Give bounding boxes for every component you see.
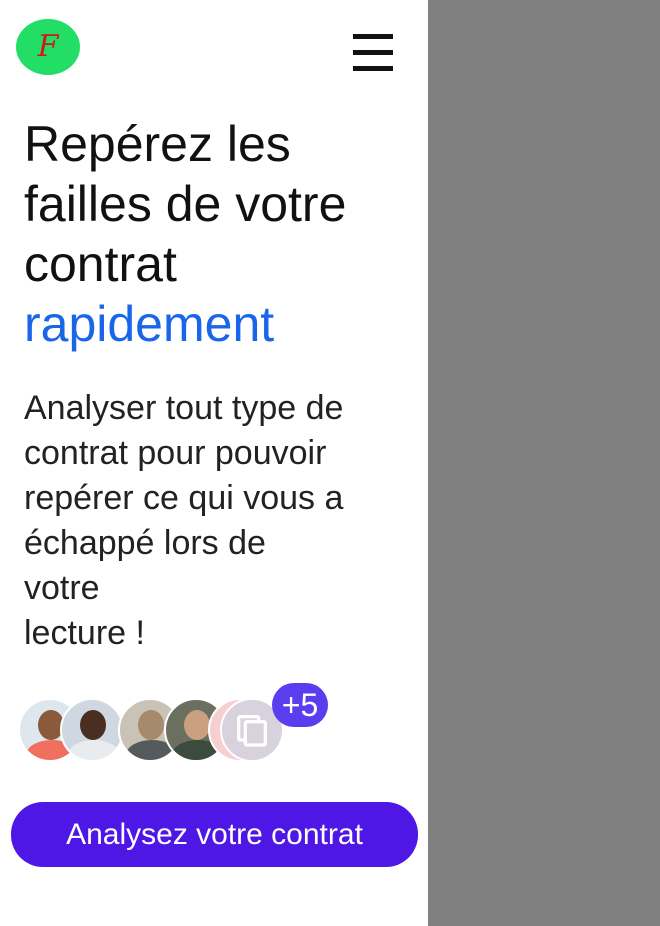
main-column: F Repérez les failles de votre contrat ra… — [0, 0, 428, 926]
subtext-line: lecture ! — [24, 614, 145, 652]
avatar — [60, 698, 124, 762]
menu-bar — [353, 66, 393, 71]
hero-headline: Repérez les failles de votre contrat rapi… — [24, 114, 414, 354]
copy-icon-svg — [237, 715, 267, 747]
headline-main: Repérez les failles de votre contrat — [24, 116, 347, 292]
subtext-line: contrat pour pouvoir — [24, 434, 327, 472]
subtext-line: repérer ce qui vous a — [24, 479, 344, 517]
hero-subtext: Analyser tout type de contrat pour pouvoi… — [24, 386, 404, 656]
avatar-head — [138, 710, 164, 740]
extra-count-badge: +5 — [272, 683, 328, 727]
subtext-line: votre — [24, 569, 100, 607]
avatar-head — [80, 710, 106, 740]
logo-letter: F — [37, 29, 59, 64]
subtext-line: échappé lors de — [24, 524, 266, 562]
avatar-group: +5 — [18, 683, 338, 764]
side-panel — [428, 0, 660, 926]
hamburger-menu-icon[interactable] — [350, 32, 396, 78]
avatar-body — [68, 740, 120, 760]
avatar-head — [184, 710, 210, 740]
headline-accent: rapidement — [24, 296, 275, 352]
page: F Repérez les failles de votre contrat ra… — [0, 0, 660, 926]
analyze-contract-button[interactable]: Analysez votre contrat — [11, 802, 418, 867]
logo[interactable]: F — [16, 19, 80, 75]
menu-bar — [353, 50, 393, 55]
menu-bar — [353, 34, 393, 39]
subtext-line: Analyser tout type de — [24, 389, 344, 427]
